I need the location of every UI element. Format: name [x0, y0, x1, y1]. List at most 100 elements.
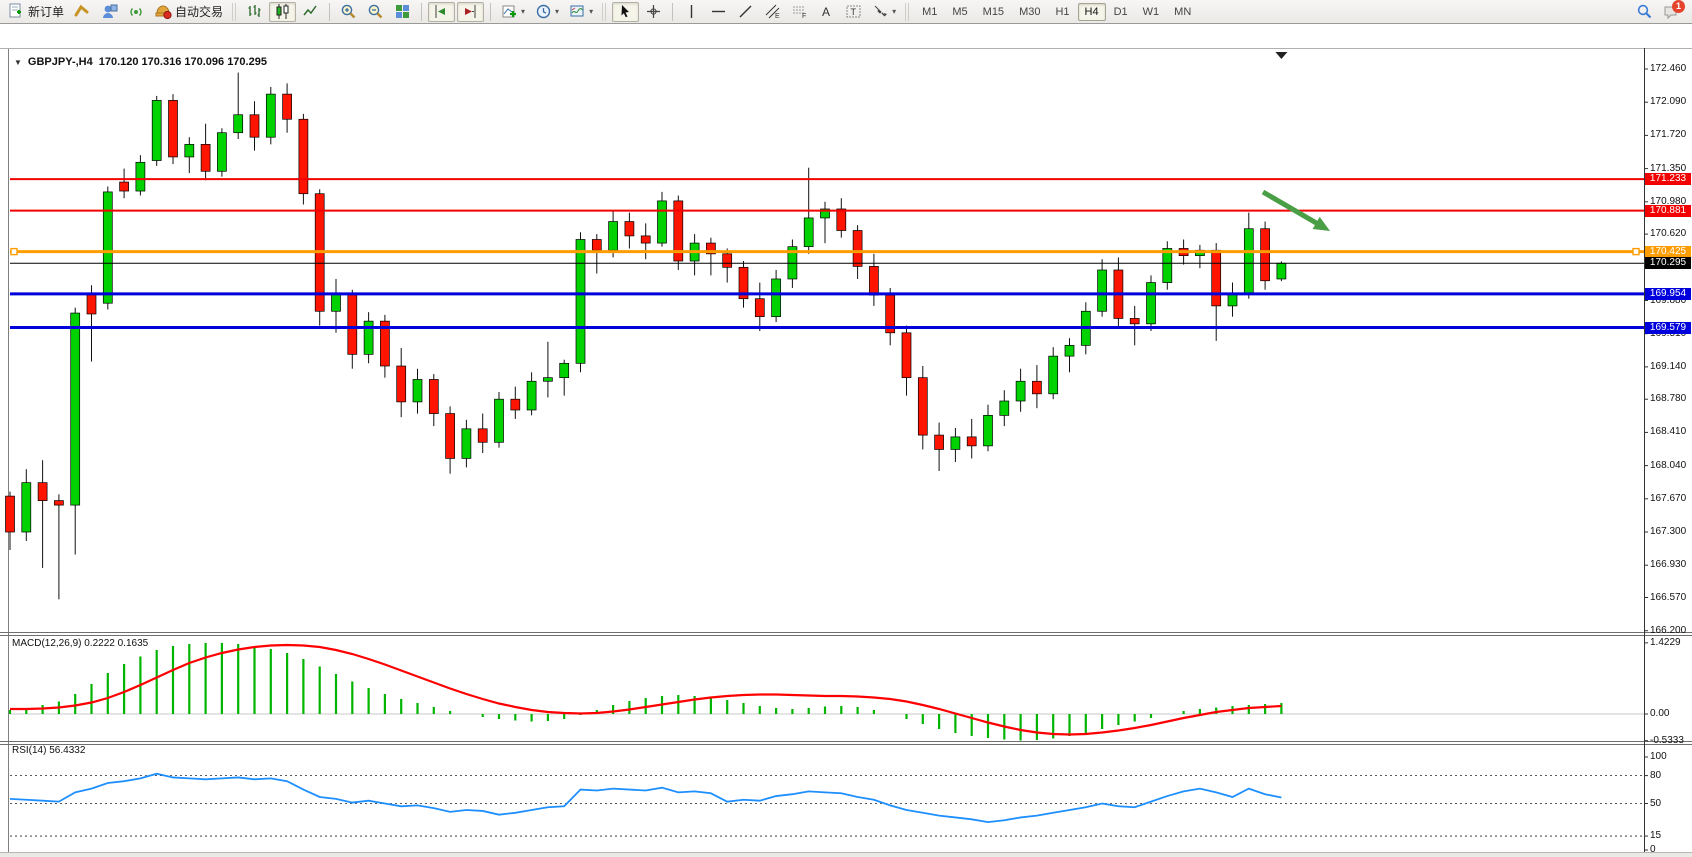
vertical-line-icon: [683, 3, 700, 20]
indicators-button[interactable]: ▾: [497, 2, 529, 22]
macd-label: MACD(12,26,9) 0.2222 0.1635: [12, 638, 148, 649]
chart-window[interactable]: ▼ GBPJPY-,H4 170.120 170.316 170.096 170…: [0, 24, 1692, 857]
community-icon: [101, 3, 118, 20]
autoscroll-button[interactable]: [428, 2, 455, 22]
cursor-icon: [617, 3, 634, 20]
crosshair-icon: [645, 3, 662, 20]
signals-button[interactable]: [124, 2, 149, 22]
candlestick-chart-icon: [274, 3, 291, 20]
line-chart-icon: [302, 3, 319, 20]
toolbar-separator: [421, 3, 422, 21]
search-icon[interactable]: [1636, 3, 1653, 20]
periods-dropdown-caret: ▾: [555, 7, 559, 16]
zoom-out-icon: [367, 3, 384, 20]
chart-frame: [0, 48, 1692, 857]
new-order-icon: [8, 3, 25, 20]
price-axis-tick: 166.930: [1650, 559, 1686, 570]
timeframe-button-m1[interactable]: M1: [915, 3, 944, 21]
periods-button[interactable]: ▾: [531, 2, 563, 22]
toolbar: 新订单 自动交易: [0, 0, 1692, 24]
new-order-button[interactable]: 新订单: [4, 2, 68, 22]
toolbar-grip: [232, 3, 237, 21]
toolbar-grip: [602, 3, 607, 21]
notifications-icon[interactable]: 1: [1663, 3, 1680, 20]
new-order-label: 新订单: [28, 3, 64, 20]
tile-windows-button[interactable]: [390, 2, 415, 22]
candlestick-chart-button[interactable]: [269, 2, 296, 22]
timeframe-button-d1[interactable]: D1: [1107, 3, 1135, 21]
bar-chart-button[interactable]: [242, 2, 267, 22]
new-chart-button[interactable]: [70, 2, 95, 22]
price-level-badge: 170.425: [1645, 246, 1691, 258]
svg-text:T: T: [851, 7, 857, 17]
rsi-label: RSI(14) 56.4332: [12, 745, 85, 756]
chart-symbol-period: GBPJPY-,H4: [28, 56, 93, 68]
macd-axis-tick: 1.4229: [1650, 637, 1681, 648]
price-axis-tick: 172.090: [1650, 96, 1686, 107]
svg-text:E: E: [775, 13, 780, 20]
chart-plot[interactable]: [0, 48, 1692, 857]
price-level-badge: 169.954: [1645, 288, 1691, 300]
price-axis-tick: 167.670: [1650, 493, 1686, 504]
price-axis-tick: 169.140: [1650, 361, 1686, 372]
cursor-button[interactable]: [612, 2, 639, 22]
timeframe-button-m5[interactable]: M5: [945, 3, 974, 21]
autotrading-icon: [155, 3, 172, 20]
horizontal-line-button[interactable]: [706, 2, 731, 22]
toolbar-separator: [490, 3, 491, 21]
text-button[interactable]: A: [814, 2, 839, 22]
timeframe-button-m30[interactable]: M30: [1012, 3, 1047, 21]
equidistant-channel-button[interactable]: E: [760, 2, 785, 22]
zoom-in-icon: [340, 3, 357, 20]
rsi-axis-tick: 15: [1650, 830, 1661, 841]
price-axis-tick: 171.350: [1650, 163, 1686, 174]
indicators-icon: [501, 3, 518, 20]
arrows-dropdown-caret: ▾: [892, 7, 896, 16]
toolbar-separator: [329, 3, 330, 21]
community-button[interactable]: [97, 2, 122, 22]
text-label-icon: T: [845, 3, 862, 20]
price-level-badge: 170.881: [1645, 205, 1691, 217]
price-axis-tick: 166.570: [1650, 592, 1686, 603]
zoom-out-button[interactable]: [363, 2, 388, 22]
price-axis-tick: 168.040: [1650, 460, 1686, 471]
chart-ohlc-values: 170.120 170.316 170.096 170.295: [99, 56, 267, 68]
timeframe-button-h4[interactable]: H4: [1078, 3, 1106, 21]
fibonacci-button[interactable]: F: [787, 2, 812, 22]
timeframe-button-mn[interactable]: MN: [1167, 3, 1198, 21]
crosshair-button[interactable]: [641, 2, 666, 22]
vertical-line-button[interactable]: [679, 2, 704, 22]
timeframe-button-m15[interactable]: M15: [976, 3, 1011, 21]
chart-menu-caret-icon[interactable]: ▼: [14, 58, 22, 67]
text-label-button[interactable]: T: [841, 2, 866, 22]
autotrading-label: 自动交易: [175, 3, 223, 20]
chart-shift-button[interactable]: [457, 2, 484, 22]
timeframe-toolbar: M1M5M15M30H1H4D1W1MN: [915, 3, 1198, 21]
mt4-window: 新订单 自动交易: [0, 0, 1692, 857]
svg-text:F: F: [802, 13, 806, 20]
timeframe-button-w1[interactable]: W1: [1136, 3, 1167, 21]
trendline-button[interactable]: [733, 2, 758, 22]
line-chart-button[interactable]: [298, 2, 323, 22]
templates-icon: [569, 3, 586, 20]
text-icon: A: [818, 3, 835, 20]
rsi-axis-tick: 100: [1650, 751, 1667, 762]
arrows-button[interactable]: ▾: [868, 2, 900, 22]
chart-title: ▼ GBPJPY-,H4 170.120 170.316 170.096 170…: [14, 56, 267, 68]
arrows-icon: [872, 3, 889, 20]
price-axis-tick: 172.460: [1650, 63, 1686, 74]
autotrading-button[interactable]: 自动交易: [151, 2, 227, 22]
zoom-in-button[interactable]: [336, 2, 361, 22]
status-strip: [0, 852, 1692, 857]
timeframe-button-h1[interactable]: H1: [1048, 3, 1076, 21]
notification-badge: 1: [1672, 0, 1685, 13]
svg-text:A: A: [822, 5, 830, 19]
macd-axis-tick: -0.5333: [1650, 735, 1684, 746]
macd-axis-tick: 0.00: [1650, 708, 1669, 719]
templates-button[interactable]: ▾: [565, 2, 597, 22]
templates-dropdown-caret: ▾: [589, 7, 593, 16]
price-axis-tick: 167.300: [1650, 526, 1686, 537]
price-axis-tick: 168.410: [1650, 426, 1686, 437]
periods-clock-icon: [535, 3, 552, 20]
price-level-badge: 171.233: [1645, 173, 1691, 185]
